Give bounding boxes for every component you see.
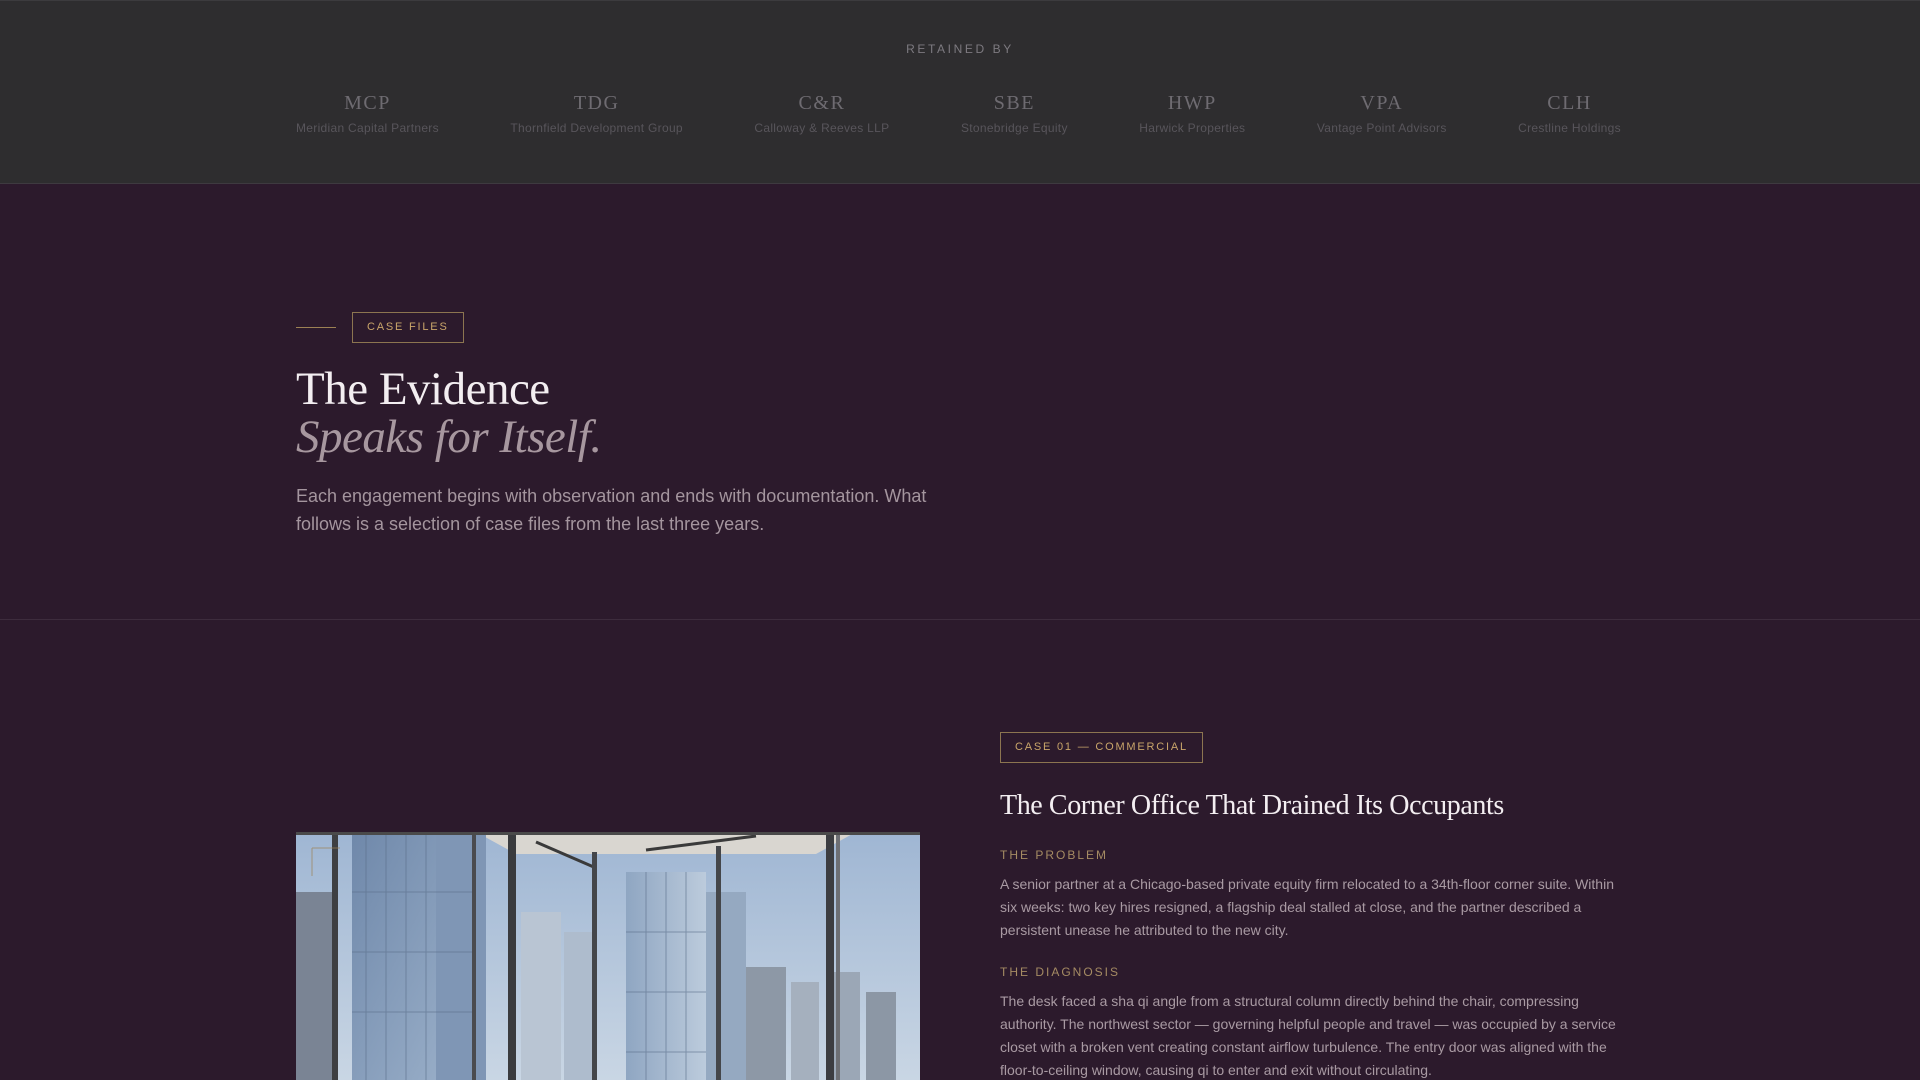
- case-01-details: CASE 01 — COMMERCIAL The Corner Office T…: [1000, 732, 1620, 1080]
- client-name: Meridian Capital Partners: [296, 121, 439, 135]
- client-logo: MCP Meridian Capital Partners: [296, 91, 439, 135]
- section-title: The Evidence: [296, 363, 550, 415]
- client-logo: SBE Stonebridge Equity: [961, 91, 1068, 135]
- client-abbr: HWP: [1167, 92, 1217, 114]
- client-logo: TDG Thornfield Development Group: [510, 91, 683, 135]
- diagnosis-label: THE DIAGNOSIS: [1000, 965, 1121, 979]
- case-01-tag: CASE 01 — COMMERCIAL: [1000, 732, 1203, 763]
- section-subtitle: Speaks for Itself.: [296, 411, 602, 463]
- client-logo: CLH Crestline Holdings: [1518, 91, 1621, 135]
- client-name: Crestline Holdings: [1518, 121, 1621, 135]
- office-window-illustration: [296, 832, 920, 1080]
- client-abbr: C&R: [798, 92, 846, 114]
- client-logo-row: MCP Meridian Capital Partners TDG Thornf…: [296, 91, 1621, 135]
- client-abbr: VPA: [1360, 92, 1404, 114]
- client-abbr: TDG: [573, 92, 620, 114]
- client-name: Thornfield Development Group: [510, 121, 683, 135]
- client-logo: HWP Harwick Properties: [1139, 91, 1245, 135]
- case-files-tag: CASE FILES: [352, 312, 464, 343]
- client-abbr: MCP: [344, 92, 391, 114]
- client-abbr: CLH: [1547, 92, 1592, 114]
- retained-by-strip: RETAINED BY MCP Meridian Capital Partner…: [0, 0, 1920, 184]
- case-photo-corner-office: [296, 832, 920, 1080]
- problem-label: THE PROBLEM: [1000, 848, 1109, 862]
- diagnosis-text: The desk faced a sha qi angle from a str…: [1000, 993, 1616, 1078]
- section-description: Each engagement begins with observation …: [296, 486, 927, 534]
- case-01-title: The Corner Office That Drained Its Occup…: [1000, 790, 1504, 821]
- case-files-intro: CASE FILES The Evidence Speaks for Itsel…: [0, 184, 1920, 620]
- problem-text: A senior partner at a Chicago-based priv…: [1000, 876, 1614, 938]
- retained-by-label: RETAINED BY: [906, 42, 1014, 56]
- client-name: Calloway & Reeves LLP: [754, 121, 890, 135]
- client-logo: C&R Calloway & Reeves LLP: [754, 91, 889, 135]
- client-name: Stonebridge Equity: [960, 121, 1068, 135]
- eyebrow-divider: [296, 327, 336, 328]
- client-name: Harwick Properties: [1139, 121, 1246, 135]
- client-name: Vantage Point Advisors: [1316, 121, 1447, 135]
- client-abbr: SBE: [993, 92, 1035, 114]
- client-logo: VPA Vantage Point Advisors: [1317, 91, 1447, 135]
- eyebrow-row: CASE FILES: [296, 312, 464, 343]
